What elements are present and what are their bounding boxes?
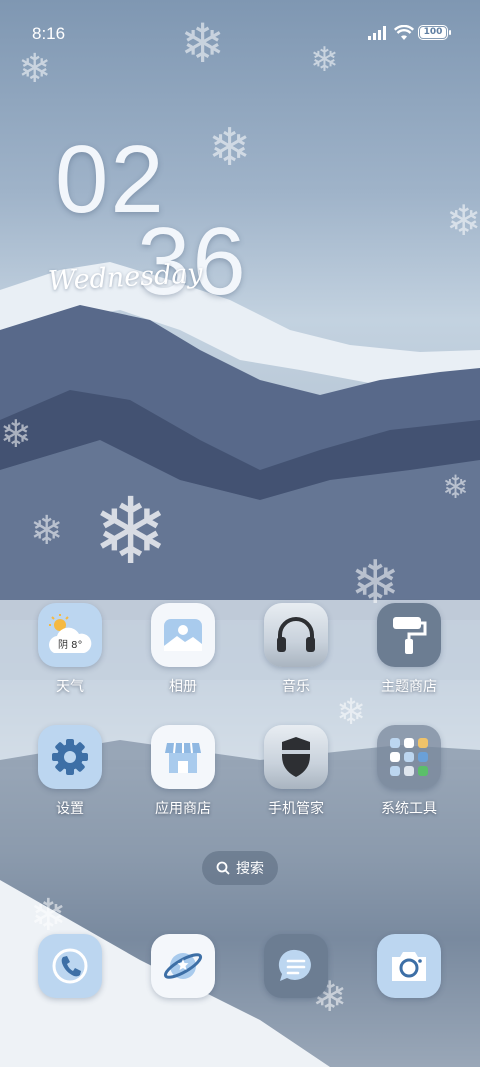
wifi-icon — [394, 25, 414, 40]
snowflake-decoration: ❄ — [30, 508, 64, 554]
phone-icon — [38, 934, 102, 998]
message-icon — [264, 934, 328, 998]
dock-camera[interactable] — [364, 934, 454, 998]
snowflake-decoration: ❄ — [442, 468, 469, 506]
browser-planet-icon — [151, 934, 215, 998]
dock-messages[interactable] — [251, 934, 341, 998]
status-time: 8:16 — [32, 24, 66, 43]
app-label: 系统工具 — [381, 801, 437, 817]
battery-level: 100 — [420, 27, 446, 38]
app-label: 应用商店 — [155, 801, 211, 817]
gallery-icon — [151, 603, 215, 667]
dock-phone[interactable] — [25, 934, 115, 998]
paint-roller-icon — [377, 603, 441, 667]
app-label: 相册 — [169, 679, 197, 695]
app-label: 音乐 — [282, 679, 310, 695]
store-icon — [151, 725, 215, 789]
folder-icon — [377, 725, 441, 789]
search-label: 搜索 — [236, 861, 264, 877]
search-button[interactable]: 搜索 — [202, 851, 278, 885]
app-app-store[interactable]: 应用商店 — [138, 725, 228, 818]
app-label: 设置 — [56, 801, 84, 817]
dock-browser[interactable] — [138, 934, 228, 998]
camera-icon — [377, 934, 441, 998]
headphones-icon — [264, 603, 328, 667]
snowflake-decoration: ❄ — [208, 118, 252, 178]
gear-icon — [38, 725, 102, 789]
app-music[interactable]: 音乐 — [251, 603, 341, 696]
status-bar: 8:16 100 — [0, 0, 480, 68]
shield-icon — [264, 725, 328, 789]
weather-temp: 阴 8° — [58, 640, 83, 651]
app-gallery[interactable]: 相册 — [138, 603, 228, 696]
search-icon — [216, 861, 230, 875]
cellular-signal-icon — [368, 26, 386, 40]
app-label: 手机管家 — [268, 801, 324, 817]
app-theme-store[interactable]: 主题商店 — [364, 603, 454, 696]
weather-icon: 阴 8° — [38, 603, 102, 667]
app-phone-manager[interactable]: 手机管家 — [251, 725, 341, 818]
app-weather[interactable]: 阴 8° 天气 — [25, 603, 115, 696]
app-folder-system-tools[interactable]: 系统工具 — [364, 725, 454, 818]
app-settings[interactable]: 设置 — [25, 725, 115, 818]
snowflake-decoration: ❄ — [92, 478, 170, 585]
app-label: 主题商店 — [381, 679, 437, 695]
battery-icon: 100 — [418, 25, 451, 40]
snowflake-decoration: ❄ — [0, 412, 32, 456]
snowflake-decoration: ❄ — [446, 196, 480, 245]
app-label: 天气 — [56, 679, 84, 695]
